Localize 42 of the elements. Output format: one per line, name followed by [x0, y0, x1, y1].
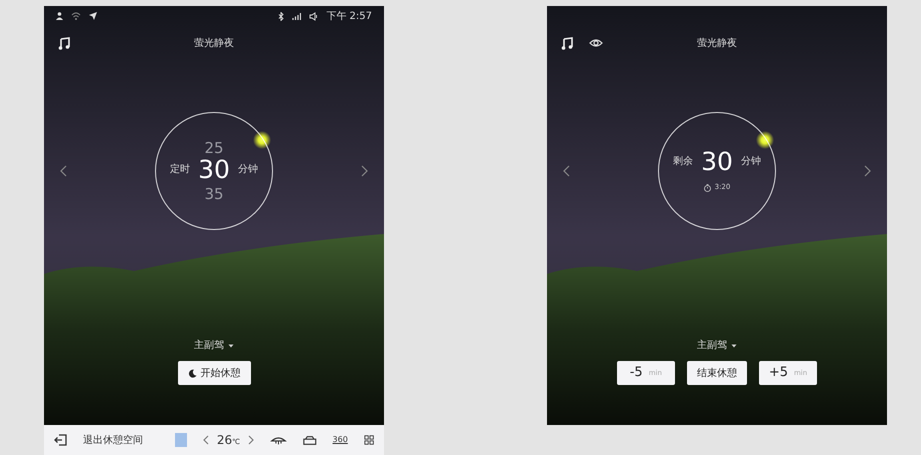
- chevron-left-icon[interactable]: [563, 165, 570, 177]
- timer-label: 剩余: [673, 155, 694, 170]
- chevron-left-icon[interactable]: [60, 165, 67, 177]
- timer-unit: 分钟: [238, 162, 258, 176]
- eye-icon[interactable]: [589, 38, 603, 48]
- scene-title: 萤光静夜: [194, 36, 234, 50]
- exit-icon[interactable]: [54, 434, 67, 446]
- timer-label: 定时: [170, 162, 190, 176]
- seat-selector[interactable]: 主副驾: [697, 338, 727, 353]
- bluetooth-icon: [278, 12, 284, 20]
- chevron-right-icon[interactable]: [361, 165, 368, 177]
- moon-icon: [188, 368, 196, 378]
- signal-icon: [292, 12, 302, 20]
- timer-option: 35: [204, 186, 224, 202]
- timer-icon: [704, 184, 711, 192]
- chevron-right-icon[interactable]: [864, 165, 871, 177]
- caret-icon[interactable]: [228, 344, 234, 348]
- scene-title: 萤光静夜: [697, 36, 737, 50]
- wifi-icon: [71, 12, 81, 20]
- defrost-icon[interactable]: [270, 434, 287, 446]
- timer-unit: 分钟: [740, 154, 761, 170]
- firefly-glow: [253, 131, 271, 149]
- person-icon: [56, 12, 63, 20]
- caret-icon[interactable]: [731, 344, 737, 348]
- action-button[interactable]: 开始休憩: [178, 361, 250, 385]
- action-button[interactable]: 结束休憩: [686, 361, 747, 385]
- status-time: 下午 2:57: [326, 10, 372, 24]
- timer-option: 25: [204, 140, 224, 156]
- seat-selector[interactable]: 主副驾: [194, 338, 224, 353]
- speaker-icon: [309, 12, 318, 20]
- chevron-left-icon[interactable]: [202, 435, 209, 445]
- view-360-button[interactable]: 360: [332, 434, 348, 446]
- chevron-right-icon[interactable]: [248, 435, 254, 445]
- music-note-icon[interactable]: [58, 36, 70, 50]
- timer-value: 30: [198, 156, 230, 182]
- timer-value: 30: [701, 149, 733, 174]
- exit-label[interactable]: 退出休憩空间: [83, 432, 143, 448]
- grid-icon[interactable]: [364, 434, 374, 446]
- music-note-icon[interactable]: [561, 36, 573, 50]
- car-icon[interactable]: [302, 434, 317, 446]
- navigation-arrow-icon: [89, 12, 97, 20]
- firefly-glow: [756, 131, 774, 149]
